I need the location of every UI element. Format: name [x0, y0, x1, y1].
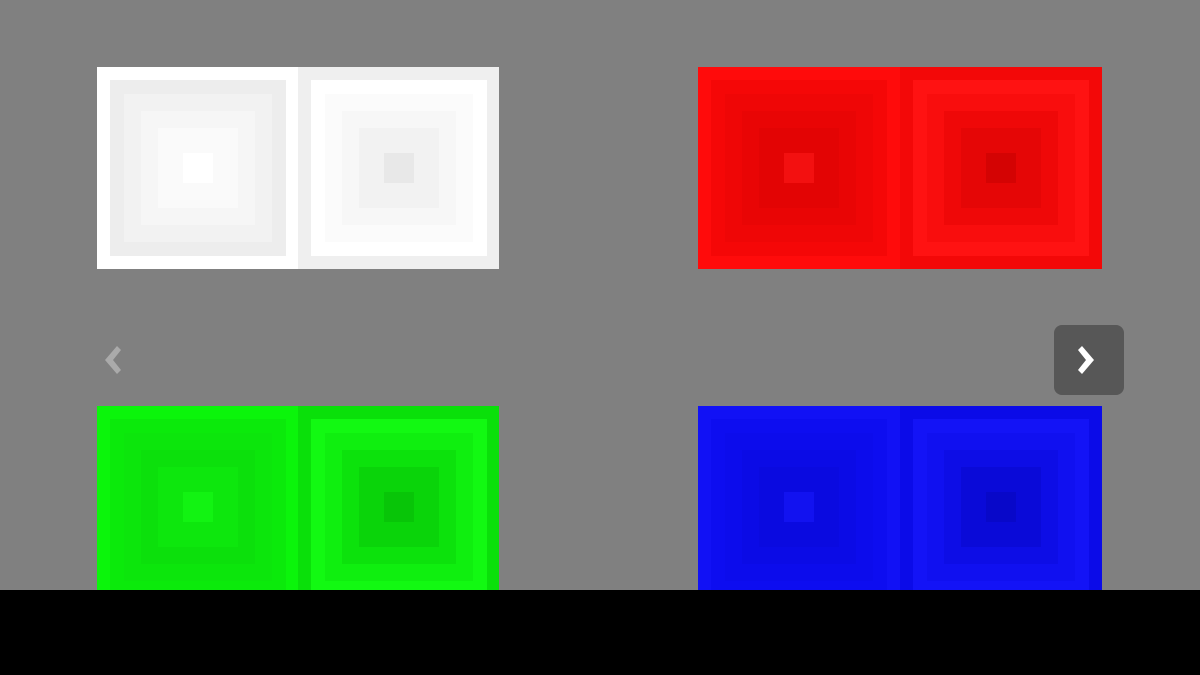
- next-image-button[interactable]: [1054, 325, 1124, 395]
- previous-image-button[interactable]: [75, 325, 145, 395]
- blue-contrast-panel: [698, 406, 1102, 590]
- concentric-square-5: [986, 153, 1016, 183]
- chevron-right-icon: [1076, 343, 1102, 377]
- green-contrast-panel-right-half: [298, 406, 499, 590]
- white-grey-contrast-panel-left-half: [97, 67, 298, 269]
- chevron-left-icon: [97, 343, 123, 377]
- concentric-square-5: [784, 492, 814, 522]
- blue-contrast-panel-left-half: [698, 406, 900, 590]
- bottom-toolbar: Contrast and brightness: [0, 590, 1200, 675]
- concentric-square-5: [383, 492, 414, 522]
- green-contrast-panel: [97, 406, 499, 590]
- concentric-square-5: [784, 153, 814, 183]
- concentric-square-5: [182, 153, 213, 183]
- red-contrast-panel-left-half: [698, 67, 900, 269]
- red-contrast-panel: [698, 67, 1102, 269]
- white-grey-contrast-panel: [97, 67, 499, 269]
- green-contrast-panel-left-half: [97, 406, 298, 590]
- image-viewer-app: Contrast and brightness: [0, 0, 1200, 675]
- blue-contrast-panel-right-half: [900, 406, 1102, 590]
- concentric-square-5: [383, 153, 414, 183]
- red-contrast-panel-right-half: [900, 67, 1102, 269]
- image-stage: [0, 0, 1200, 590]
- concentric-square-5: [986, 492, 1016, 522]
- concentric-square-5: [182, 492, 213, 522]
- white-grey-contrast-panel-right-half: [298, 67, 499, 269]
